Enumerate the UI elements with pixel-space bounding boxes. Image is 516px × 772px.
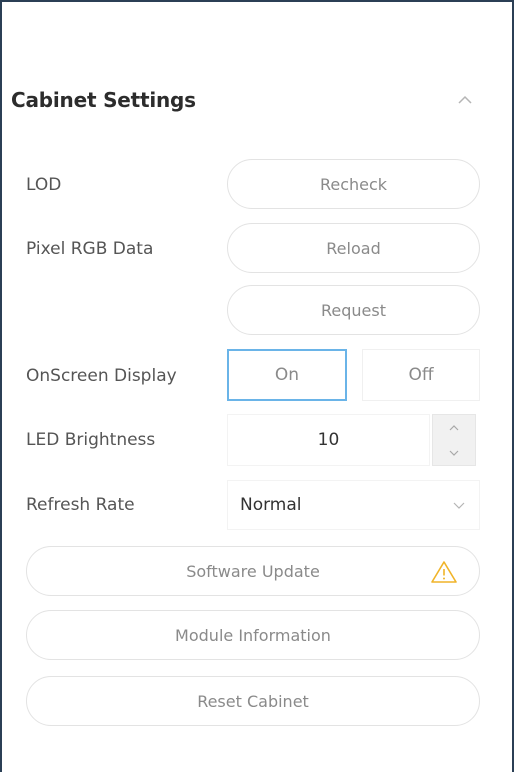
software-update-button[interactable]: Software Update (26, 546, 480, 596)
software-update-label: Software Update (186, 561, 320, 581)
led-brightness-label: LED Brightness (26, 430, 156, 450)
chevron-down-icon (453, 502, 465, 509)
led-brightness-input[interactable]: 10 (227, 414, 430, 466)
chevron-up-icon[interactable] (455, 90, 475, 110)
cabinet-settings-panel: Cabinet Settings LOD Recheck Pixel RGB D… (0, 0, 514, 772)
refresh-rate-label: Refresh Rate (26, 495, 135, 515)
recheck-button[interactable]: Recheck (227, 159, 480, 209)
refresh-rate-select[interactable]: Normal (227, 480, 480, 530)
pixel-rgb-data-label: Pixel RGB Data (26, 239, 154, 259)
osd-on-button[interactable]: On (227, 349, 347, 401)
stepper-down-button[interactable] (433, 440, 475, 465)
osd-off-button[interactable]: Off (362, 349, 480, 401)
stepper-up-button[interactable] (433, 415, 475, 440)
module-information-button[interactable]: Module Information (26, 610, 480, 660)
refresh-rate-value: Normal (240, 495, 302, 515)
section-title: Cabinet Settings (11, 88, 196, 112)
led-brightness-stepper (432, 414, 476, 466)
section-header[interactable]: Cabinet Settings (11, 82, 481, 118)
onscreen-display-label: OnScreen Display (26, 366, 177, 386)
reload-button[interactable]: Reload (227, 223, 480, 273)
chevron-down-icon (449, 450, 459, 456)
warning-icon (431, 561, 457, 583)
reset-cabinet-button[interactable]: Reset Cabinet (26, 676, 480, 726)
request-button[interactable]: Request (227, 285, 480, 335)
chevron-up-icon (449, 424, 459, 430)
lod-label: LOD (26, 175, 62, 195)
